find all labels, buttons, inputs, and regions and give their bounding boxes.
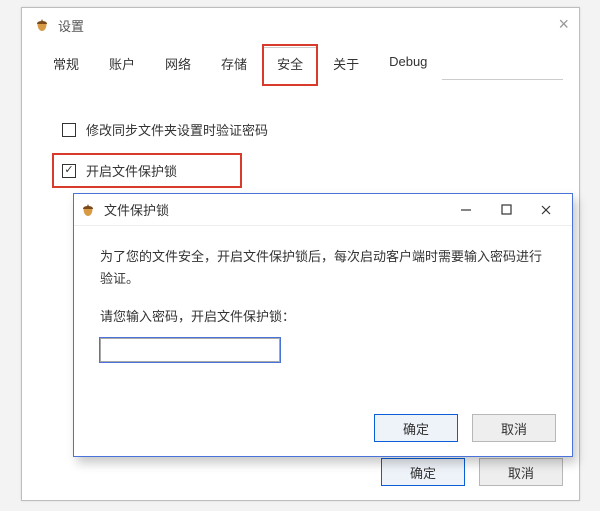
file-lock-label: 开启文件保护锁 — [86, 161, 177, 180]
dialog-cancel-button[interactable]: 取消 — [472, 414, 556, 442]
dialog-message: 为了您的文件安全，开启文件保护锁后，每次启动客户端时需要输入密码进行验证。 — [100, 246, 546, 290]
tab-general[interactable]: 常规 — [38, 47, 94, 80]
maximize-icon[interactable] — [486, 196, 526, 224]
close-icon[interactable]: × — [558, 14, 569, 35]
settings-ok-button[interactable]: 确定 — [381, 458, 465, 486]
close-icon[interactable] — [526, 196, 566, 224]
file-lock-checkbox-row: 开启文件保护锁 — [56, 159, 236, 182]
tab-storage[interactable]: 存储 — [206, 47, 262, 80]
password-input[interactable] — [100, 338, 280, 362]
file-lock-checkbox[interactable] — [62, 164, 76, 178]
tab-bar: 常规 账户 网络 存储 安全 关于 Debug — [38, 46, 563, 80]
settings-button-bar: 确定 取消 — [381, 458, 563, 486]
titlebar: 设置 × — [22, 8, 579, 42]
acorn-icon — [80, 202, 96, 218]
verify-password-label: 修改同步文件夹设置时验证密码 — [86, 120, 268, 139]
tab-security[interactable]: 安全 — [262, 47, 318, 80]
minimize-icon[interactable] — [446, 196, 486, 224]
tab-about[interactable]: 关于 — [318, 47, 374, 80]
dialog-window-controls — [446, 196, 566, 224]
dialog-button-bar: 确定 取消 — [374, 414, 556, 442]
dialog-title: 文件保护锁 — [104, 200, 169, 219]
tab-account[interactable]: 账户 — [94, 47, 150, 80]
content-area: 常规 账户 网络 存储 安全 关于 Debug 修改同步文件夹设置时验证密码 开… — [22, 46, 579, 216]
dialog-ok-button[interactable]: 确定 — [374, 414, 458, 442]
verify-password-checkbox[interactable] — [62, 123, 76, 137]
dialog-titlebar: 文件保护锁 — [74, 194, 572, 226]
dialog-body: 为了您的文件安全，开启文件保护锁后，每次启动客户端时需要输入密码进行验证。 请您… — [74, 226, 572, 362]
verify-password-checkbox-row: 修改同步文件夹设置时验证密码 — [56, 118, 549, 141]
settings-cancel-button[interactable]: 取消 — [479, 458, 563, 486]
dialog-prompt: 请您输入密码，开启文件保护锁： — [100, 306, 546, 328]
file-lock-dialog: 文件保护锁 为了您的文件安全，开启文件保护锁后，每次启动客户端时需要输入密码进行… — [73, 193, 573, 457]
window-title: 设置 — [58, 16, 84, 35]
acorn-icon — [34, 17, 50, 33]
tab-network[interactable]: 网络 — [150, 47, 206, 80]
tab-debug[interactable]: Debug — [374, 47, 442, 80]
